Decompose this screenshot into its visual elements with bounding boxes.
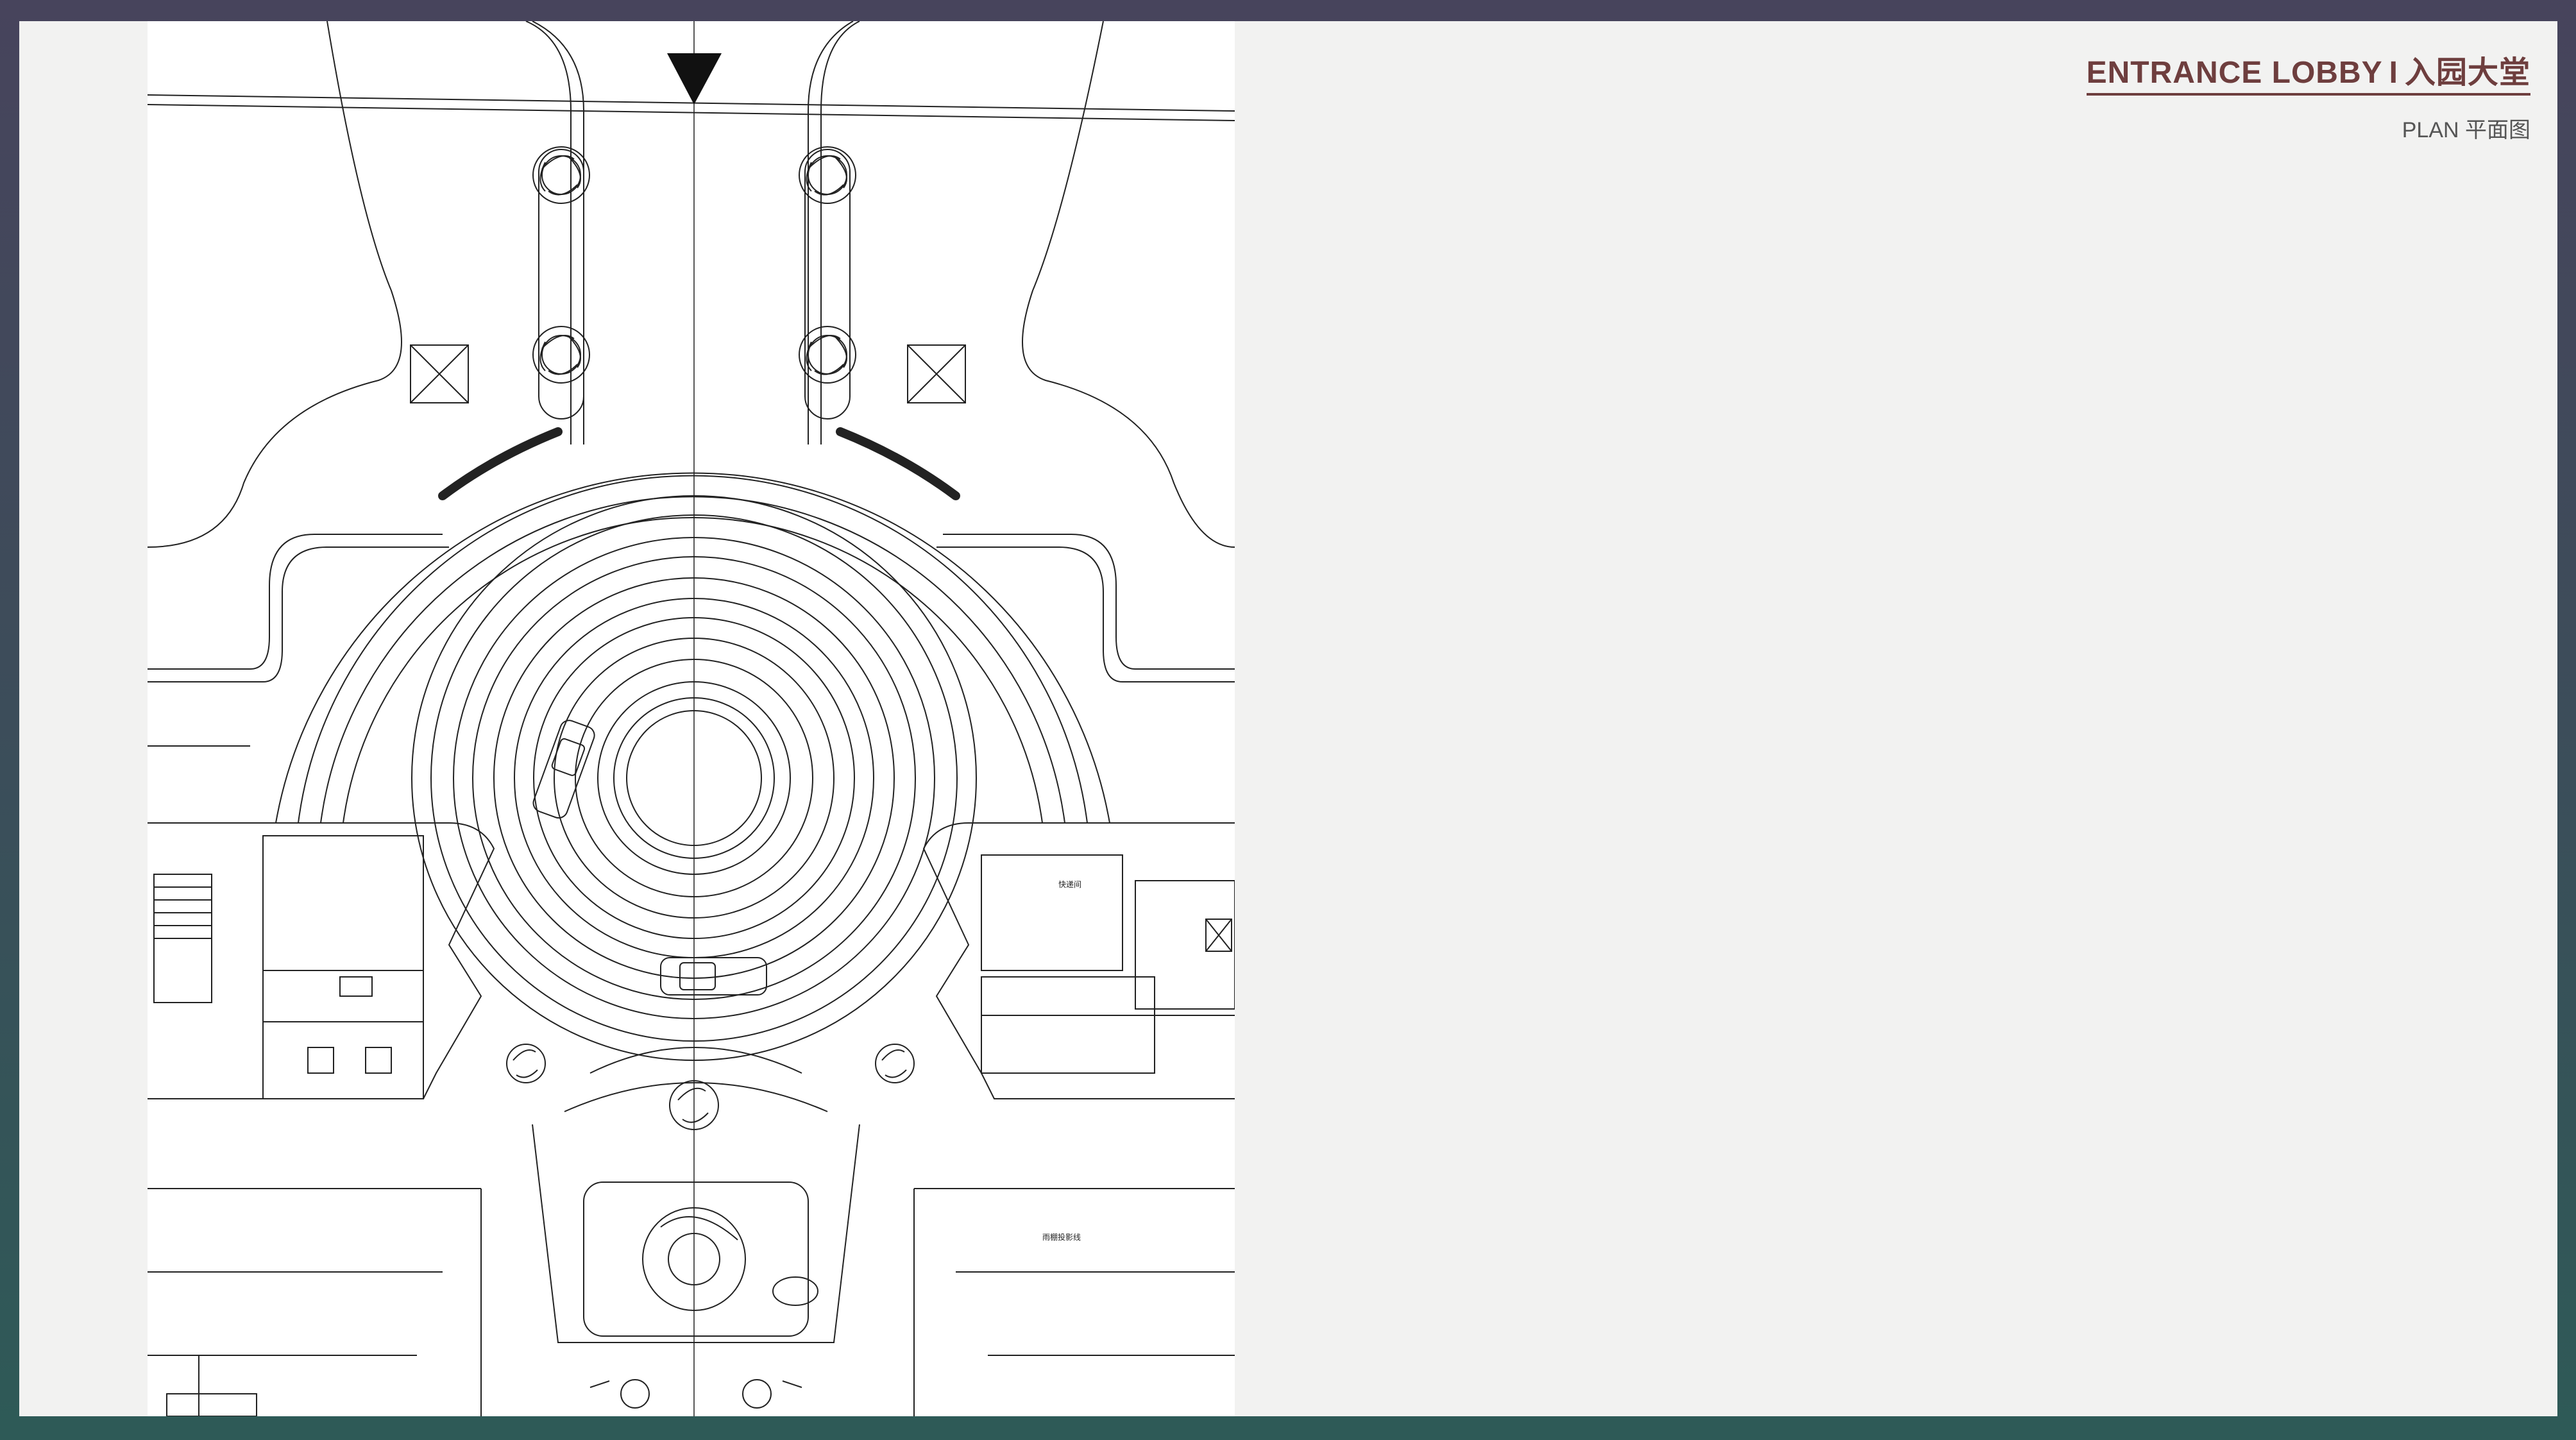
car-bottom <box>660 957 767 995</box>
page-title: ENTRANCE LOBBY I 入园大堂 <box>2086 47 2530 96</box>
presentation-sheet: 雨棚投影线 快递间 ENTRANCE LOBBY I 入园大堂 PLAN 平面图 <box>19 21 2557 1416</box>
arc-band-1 <box>275 472 1110 824</box>
title-en: ENTRANCE LOBBY <box>2086 56 2383 90</box>
car-left <box>532 720 595 819</box>
title-cn: 入园大堂 <box>2404 56 2530 90</box>
landscape-curve-right <box>1022 21 1235 548</box>
header: ENTRANCE LOBBY I 入园大堂 PLAN 平面图 <box>2086 47 2530 144</box>
page-subtitle: PLAN 平面图 <box>2402 118 2530 142</box>
building-left <box>148 822 495 1099</box>
forecourt-right <box>943 534 1235 670</box>
lane-left-outer <box>525 21 572 445</box>
lane-right-outer <box>820 21 860 445</box>
title-separator: I <box>2389 56 2398 90</box>
bench-left <box>438 427 563 500</box>
road-edge-top-inner <box>148 104 1235 121</box>
entrance-pavilion <box>532 1047 860 1343</box>
bench-right <box>836 427 960 500</box>
forecourt-left <box>148 534 443 670</box>
table-left <box>620 1379 650 1409</box>
plan-svg: 雨棚投影线 快递间 <box>148 21 1235 1416</box>
landscape-curve-left <box>148 21 402 548</box>
north-marker <box>667 53 722 105</box>
table-right <box>742 1379 772 1409</box>
floor-plan-drawing: 雨棚投影线 快递间 <box>148 21 1235 1416</box>
label-rain-canopy: 雨棚投影线 <box>1042 1232 1081 1242</box>
building-right <box>922 822 1235 1099</box>
label-express-room: 快递间 <box>1058 880 1081 889</box>
